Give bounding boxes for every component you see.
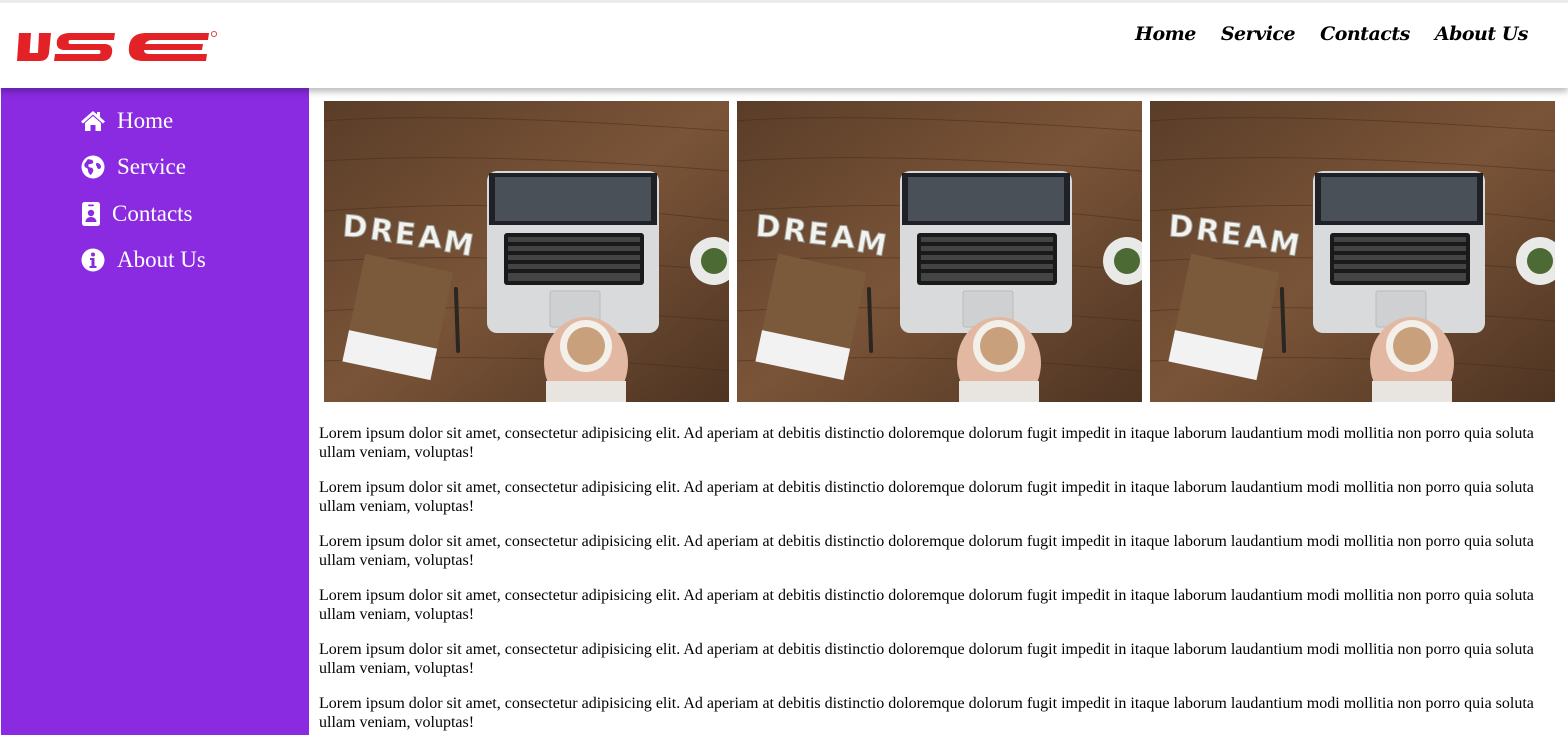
desk-photo: D R E A M [737,101,1142,402]
svg-text:A: A [831,220,856,256]
sidebar-item-contacts[interactable]: Contacts [81,201,193,227]
home-icon [81,111,105,131]
sidebar-item-label: Home [117,108,174,133]
svg-text:R: R [781,212,809,250]
id-badge-icon [82,202,100,226]
globe-icon [81,155,105,179]
topnav-service-link[interactable]: Service [1221,23,1296,45]
sidebar-item-home[interactable]: Home [81,108,173,134]
topnav-contacts-link[interactable]: Contacts [1320,23,1410,45]
gallery-image: D R E A M [737,101,1142,402]
content-paragraph: Lorem ipsum dolor sit amet, consectetur … [319,479,1534,515]
svg-text:A: A [1244,220,1269,256]
topnav-home-link[interactable]: Home [1135,23,1196,45]
info-icon [81,248,105,272]
svg-text:E: E [393,216,417,253]
gallery-image: D R E A M [324,101,729,402]
svg-text:M: M [854,224,889,264]
desk-photo: D R E A M [1150,101,1555,402]
ijse-logo[interactable] [17,29,219,65]
top-navigation: Home Service Contacts About Us [1110,23,1529,45]
content-paragraph: Lorem ipsum dolor sit amet, consectetur … [319,695,1534,731]
main-content: Lorem ipsum dolor sit amet, consectetur … [319,424,1544,735]
content-paragraph: Lorem ipsum dolor sit amet, consectetur … [319,587,1534,623]
site-header: Home Service Contacts About Us [0,0,1568,88]
svg-text:D: D [341,209,368,246]
svg-text:M: M [1267,224,1302,264]
sidebar-item-label: About Us [117,247,206,272]
sidebar: Home Service Contacts About Us [1,87,309,735]
content-paragraph: Lorem ipsum dolor sit amet, consectetur … [319,533,1534,569]
svg-text:D: D [754,209,781,246]
gallery-image: D R E A M [1150,101,1555,402]
sidebar-item-about-us[interactable]: About Us [81,247,206,273]
svg-text:E: E [1219,216,1243,253]
svg-text:R: R [1194,212,1222,250]
desk-photo: D R E A M [324,101,729,402]
sidebar-item-service[interactable]: Service [81,154,186,180]
svg-text:M: M [441,224,476,264]
svg-text:E: E [806,216,830,253]
svg-text:R: R [368,212,396,250]
svg-text:D: D [1167,209,1194,246]
content-paragraph: Lorem ipsum dolor sit amet, consectetur … [319,641,1534,677]
content-paragraph: Lorem ipsum dolor sit amet, consectetur … [319,425,1534,461]
svg-text:A: A [418,220,443,256]
topnav-about-link[interactable]: About Us [1435,23,1529,45]
sidebar-item-label: Service [117,154,186,179]
sidebar-item-label: Contacts [112,201,193,226]
